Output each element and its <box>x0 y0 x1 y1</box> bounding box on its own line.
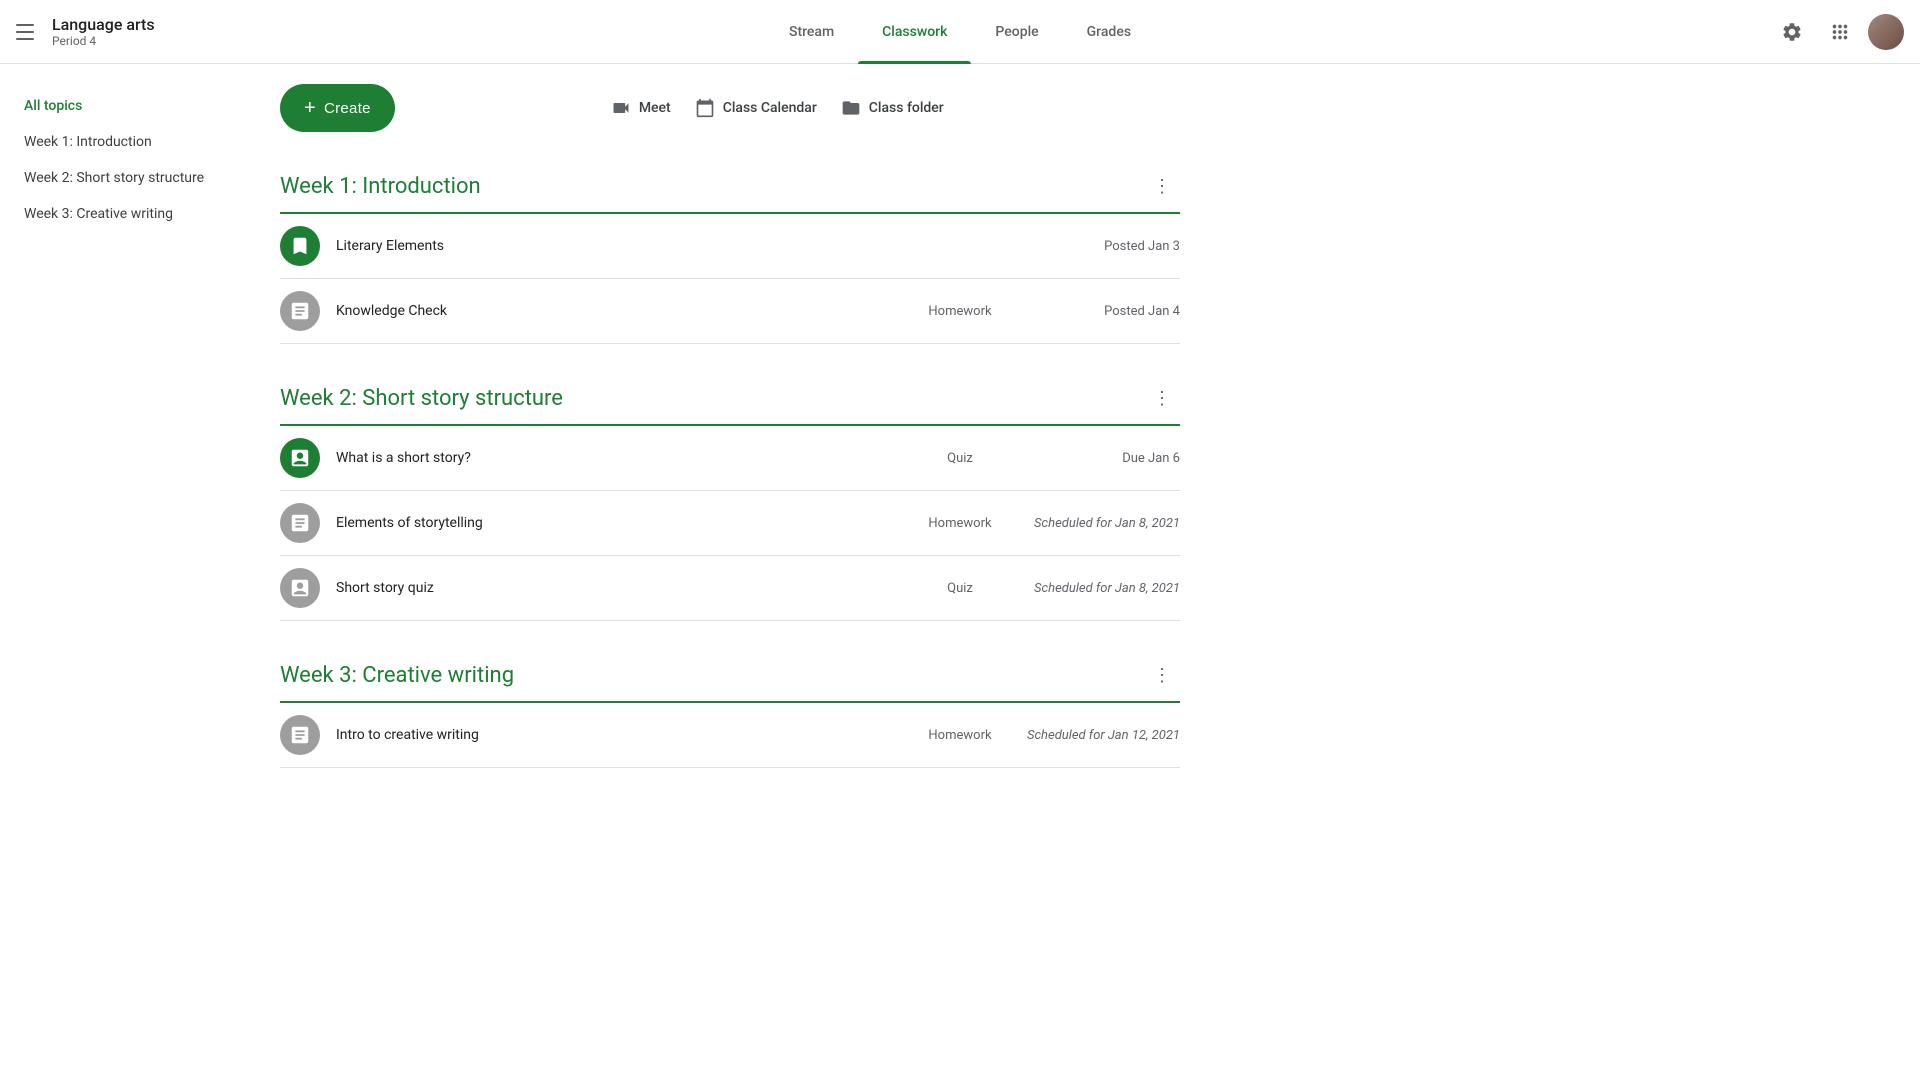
toolbar-links: Meet Class Calendar Class folder <box>611 98 944 118</box>
quiz2-icon <box>289 577 311 599</box>
assignment2-icon <box>289 512 311 534</box>
tab-grades[interactable]: Grades <box>1063 0 1155 64</box>
week2-section: Week 2: Short story structure ⋮ What is … <box>280 368 1180 621</box>
week1-header: Week 1: Introduction ⋮ <box>280 156 1180 214</box>
storytelling-name: Elements of storytelling <box>336 515 900 531</box>
short-story-name: What is a short story? <box>336 450 900 466</box>
knowledge-check-type: Homework <box>900 304 1020 319</box>
assignment-short-story[interactable]: What is a short story? Quiz Due Jan 6 <box>280 426 1180 491</box>
sidebar-item-week3[interactable]: Week 3: Creative writing <box>0 196 264 232</box>
knowledge-check-date: Posted Jan 4 <box>1020 304 1180 319</box>
short-story-quiz-name: Short story quiz <box>336 580 900 596</box>
assignment-literary-elements[interactable]: Literary Elements Posted Jan 3 <box>280 214 1180 279</box>
assignment-short-story-quiz[interactable]: Short story quiz Quiz Scheduled for Jan … <box>280 556 1180 621</box>
settings-button[interactable] <box>1772 12 1812 52</box>
avatar[interactable] <box>1868 14 1904 50</box>
creative-writing-type: Homework <box>900 728 1020 743</box>
week3-more-button[interactable]: ⋮ <box>1144 657 1180 693</box>
content-toolbar: + Create Meet Class Calendar <box>280 64 1180 156</box>
tab-people[interactable]: People <box>971 0 1062 64</box>
plus-icon: + <box>304 97 316 120</box>
week3-header: Week 3: Creative writing ⋮ <box>280 645 1180 703</box>
week2-title: Week 2: Short story structure <box>280 386 563 411</box>
folder-icon <box>841 98 861 118</box>
short-story-date: Due Jan 6 <box>1020 451 1180 466</box>
week2-header: Week 2: Short story structure ⋮ <box>280 368 1180 426</box>
bookmark-icon <box>289 235 311 257</box>
header: Language arts Period 4 Stream Classwork … <box>0 0 1920 64</box>
storytelling-icon <box>280 503 320 543</box>
meet-link[interactable]: Meet <box>611 98 671 118</box>
literary-elements-date: Posted Jan 3 <box>1020 239 1180 254</box>
literary-elements-name: Literary Elements <box>336 238 900 254</box>
avatar-image <box>1868 14 1904 50</box>
literary-elements-icon <box>280 226 320 266</box>
create-label: Create <box>324 100 371 117</box>
sidebar-item-all-topics[interactable]: All topics <box>0 88 264 124</box>
creative-writing-icon <box>280 715 320 755</box>
week3-title: Week 3: Creative writing <box>280 663 514 688</box>
week1-title: Week 1: Introduction <box>280 174 481 199</box>
header-right <box>1772 12 1904 52</box>
calendar-link[interactable]: Class Calendar <box>695 98 817 118</box>
short-story-quiz-icon <box>280 568 320 608</box>
tab-classwork[interactable]: Classwork <box>858 0 971 64</box>
apps-button[interactable] <box>1820 12 1860 52</box>
tab-stream[interactable]: Stream <box>765 0 858 64</box>
week1-section: Week 1: Introduction ⋮ Literary Elements… <box>280 156 1180 344</box>
short-story-icon <box>280 438 320 478</box>
assignment-storytelling[interactable]: Elements of storytelling Homework Schedu… <box>280 491 1180 556</box>
week3-section: Week 3: Creative writing ⋮ Intro to crea… <box>280 645 1180 768</box>
header-left: Language arts Period 4 <box>16 15 236 48</box>
meet-icon <box>611 98 631 118</box>
assignment3-icon <box>289 724 311 746</box>
week2-more-button[interactable]: ⋮ <box>1144 380 1180 416</box>
knowledge-check-icon <box>280 291 320 331</box>
short-story-quiz-date: Scheduled for Jan 8, 2021 <box>1020 581 1180 596</box>
create-button[interactable]: + Create <box>280 84 395 132</box>
app-title: Language arts <box>52 15 155 34</box>
creative-writing-date: Scheduled for Jan 12, 2021 <box>1020 728 1180 743</box>
assignment-icon <box>289 300 311 322</box>
sidebar-item-week1[interactable]: Week 1: Introduction <box>0 124 264 160</box>
sidebar-item-week2[interactable]: Week 2: Short story structure <box>0 160 264 196</box>
sidebar: All topics Week 1: Introduction Week 2: … <box>0 64 280 1080</box>
storytelling-date: Scheduled for Jan 8, 2021 <box>1020 516 1180 531</box>
calendar-icon <box>695 98 715 118</box>
app-info: Language arts Period 4 <box>52 15 155 48</box>
main-container: All topics Week 1: Introduction Week 2: … <box>0 64 1920 1080</box>
knowledge-check-name: Knowledge Check <box>336 303 900 319</box>
storytelling-type: Homework <box>900 516 1020 531</box>
meet-label: Meet <box>639 100 671 116</box>
content-area: + Create Meet Class Calendar <box>280 64 1180 1080</box>
gear-icon <box>1781 21 1803 43</box>
assignment-creative-writing[interactable]: Intro to creative writing Homework Sched… <box>280 703 1180 768</box>
calendar-label: Class Calendar <box>723 100 817 116</box>
folder-label: Class folder <box>869 100 944 116</box>
app-subtitle: Period 4 <box>52 34 155 48</box>
grid-icon <box>1829 21 1851 43</box>
quiz-icon <box>289 447 311 469</box>
short-story-quiz-type: Quiz <box>900 581 1020 596</box>
assignment-knowledge-check[interactable]: Knowledge Check Homework Posted Jan 4 <box>280 279 1180 344</box>
nav-tabs: Stream Classwork People Grades <box>765 0 1155 64</box>
short-story-type: Quiz <box>900 451 1020 466</box>
menu-button[interactable] <box>16 20 40 44</box>
week1-more-button[interactable]: ⋮ <box>1144 168 1180 204</box>
creative-writing-name: Intro to creative writing <box>336 727 900 743</box>
folder-link[interactable]: Class folder <box>841 98 944 118</box>
